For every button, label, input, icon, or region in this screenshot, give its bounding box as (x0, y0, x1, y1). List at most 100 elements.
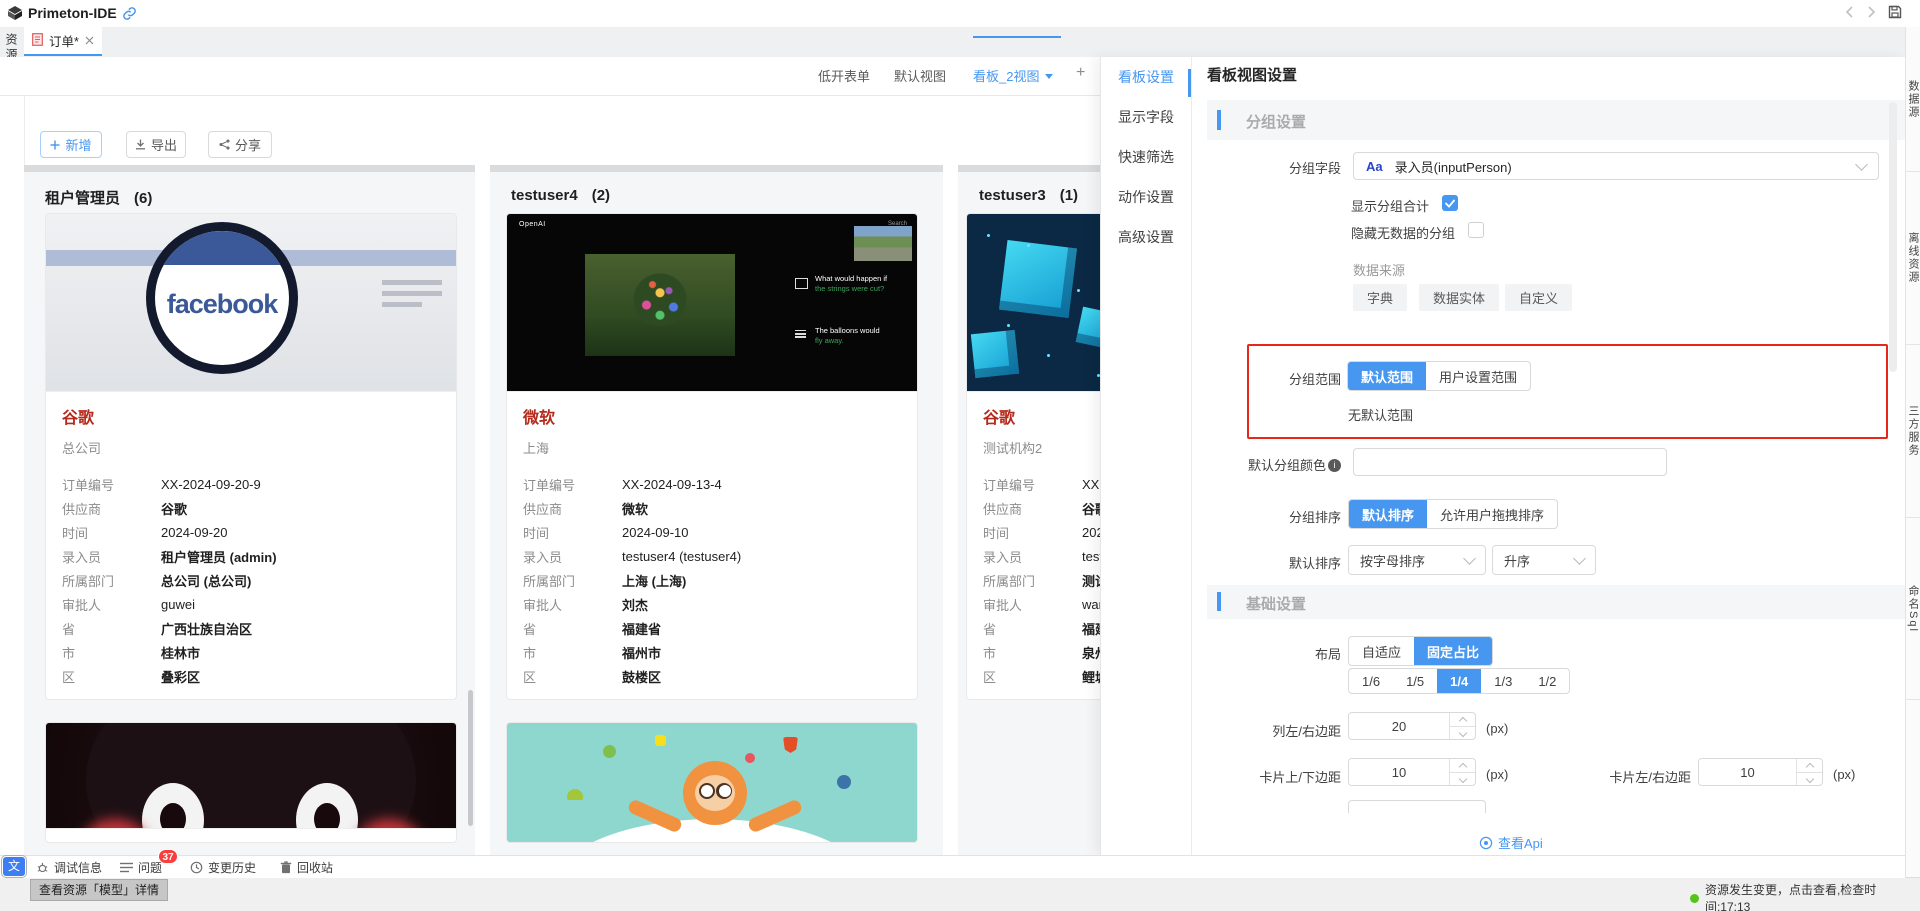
layout-fixed-option[interactable]: 固定占比 (1414, 637, 1493, 665)
settings-nav-kanban[interactable]: 看板设置 (1101, 57, 1191, 97)
no-default-scope-text: 无默认范围 (1348, 408, 1414, 423)
active-view-underline (973, 36, 1061, 38)
field-label: 省 (62, 621, 76, 637)
card-title: 谷歌 (62, 410, 95, 427)
field-value: 鼓楼区 (622, 669, 662, 685)
right-rail-third-party-services[interactable]: 三方服务 (1906, 345, 1920, 518)
layout-adaptive-option[interactable]: 自适应 (1349, 637, 1414, 665)
settings-nav-advanced[interactable]: 高级设置 (1101, 217, 1191, 257)
data-source-dictionary[interactable]: 字典 (1353, 284, 1408, 311)
view-tab-kanban2[interactable]: 看板_2视图 (973, 66, 1054, 85)
sort-field-select[interactable]: 按字母排序 (1348, 545, 1486, 575)
order-card-partial[interactable] (506, 722, 918, 843)
show-group-total-label: 显示分组合计 (1351, 199, 1430, 214)
info-icon[interactable] (1328, 459, 1341, 472)
field-value: 微软 (622, 501, 649, 517)
resource-changed-message[interactable]: 资源发生变更，点击查看,检查时间:17:13 (1690, 881, 1920, 911)
settings-nav-quick-filter[interactable]: 快速筛选 (1101, 137, 1191, 177)
nav-forward-icon[interactable] (1864, 5, 1878, 22)
column-scrollbar[interactable] (468, 690, 473, 826)
field-label: 供应商 (62, 501, 102, 517)
plus-icon (50, 140, 60, 149)
stepper-up[interactable] (1450, 759, 1475, 772)
add-button[interactable]: 新增 (40, 131, 102, 158)
data-source-entity[interactable]: 数据实体 (1419, 284, 1500, 311)
check-icon (1444, 199, 1456, 208)
fraction-1-4[interactable]: 1/4 (1437, 669, 1482, 693)
group-scope-segmented: 默认范围 用户设置范围 (1347, 361, 1532, 391)
fraction-1-5[interactable]: 1/5 (1393, 669, 1437, 693)
status-bar: 查看资源「模型」详情 资源发生变更，点击查看,检查时间:17:13 (0, 877, 1920, 911)
card-field-row: 时间 2024-09-20 (62, 520, 450, 544)
scope-default-option[interactable]: 默认范围 (1348, 362, 1427, 390)
field-label: 省 (523, 621, 537, 637)
stepper-up[interactable] (1797, 759, 1822, 772)
show-group-total-checkbox[interactable] (1442, 195, 1458, 211)
view-api-link[interactable]: 查看Api (1479, 833, 1543, 852)
chevron-down-icon[interactable] (1045, 74, 1054, 83)
stepper-up[interactable] (1450, 713, 1475, 726)
fraction-1-2[interactable]: 1/2 (1525, 669, 1569, 693)
view-tab-default[interactable]: 默认视图 (894, 66, 946, 85)
data-source-custom[interactable]: 自定义 (1505, 284, 1573, 311)
field-value: guwei (161, 596, 195, 612)
recycle-bin-button[interactable]: 回收站 (280, 856, 333, 878)
translate-icon[interactable]: 文 (1, 855, 27, 878)
field-value: 上海 (上海) (622, 573, 687, 589)
card-field-row: 时间 2024-09-10 (523, 520, 911, 544)
chevron-down-icon (1855, 157, 1868, 171)
column-name: testuser4 (511, 187, 578, 204)
col-margin-input[interactable] (1349, 713, 1449, 739)
stepper-down[interactable] (1450, 725, 1475, 740)
column-header: 租户管理员 (6) (24, 172, 475, 208)
settings-nav: 看板设置 显示字段 快速筛选 动作设置 高级设置 (1101, 57, 1192, 855)
column-count: (2) (591, 187, 611, 204)
panel-scrollbar[interactable] (1889, 102, 1897, 372)
sort-order-select[interactable]: 升序 (1492, 545, 1596, 575)
field-label: 审批人 (983, 597, 1023, 613)
field-value: 桂林市 (161, 645, 201, 661)
card-margin-v-input[interactable] (1349, 759, 1449, 785)
share-button[interactable]: 分享 (208, 131, 272, 158)
add-view-button[interactable]: + (1076, 64, 1085, 82)
card-subtitle: 测试机构2 (983, 441, 1043, 456)
nav-back-icon[interactable] (1843, 5, 1857, 22)
field-label: 订单编号 (983, 477, 1036, 493)
stepper-down[interactable] (1797, 771, 1822, 786)
settings-nav-display-fields[interactable]: 显示字段 (1101, 97, 1191, 137)
change-history-button[interactable]: 变更历史 (190, 856, 256, 878)
default-group-color-input[interactable] (1353, 448, 1667, 476)
tab-order[interactable]: 订单* (24, 27, 102, 56)
group-field-select[interactable]: Aa 录入员(inputPerson) (1353, 152, 1879, 180)
fraction-1-6[interactable]: 1/6 (1349, 669, 1393, 693)
settings-nav-actions[interactable]: 动作设置 (1101, 177, 1191, 217)
card-margin-h-input[interactable] (1699, 759, 1796, 785)
save-icon[interactable] (1888, 5, 1902, 22)
card-title: 谷歌 (983, 410, 1016, 427)
sort-default-option[interactable]: 默认排序 (1349, 500, 1428, 528)
order-card-partial[interactable] (45, 722, 457, 843)
problems-count-badge: 37 (158, 849, 178, 864)
order-card[interactable]: OpenAI Search What would happen if the s… (506, 213, 918, 700)
export-button[interactable]: 导出 (126, 131, 186, 158)
field-value: XX-2024-09-20-9 (161, 476, 261, 492)
fraction-segmented: 1/6 1/5 1/4 1/3 1/2 (1348, 668, 1571, 694)
card-image-github-octocat (46, 723, 456, 829)
debug-icon (37, 862, 48, 872)
debug-info-button[interactable]: 调试信息 (36, 856, 102, 878)
field-label: 所属部门 (983, 573, 1036, 589)
sort-drag-option[interactable]: 允许用户拖拽排序 (1427, 500, 1557, 528)
problems-button[interactable]: 问题 (120, 856, 162, 878)
hide-empty-groups-checkbox[interactable] (1468, 222, 1484, 238)
tech-icon (745, 753, 755, 763)
order-card[interactable]: facebook 谷歌 总公司 订单编号 XX-2024-09-20-9 供应商… (45, 213, 457, 700)
right-rail-offline-resources[interactable]: 离线资源 (1906, 172, 1920, 345)
tab-close-icon[interactable] (85, 33, 94, 48)
link-icon[interactable] (122, 6, 137, 24)
right-rail-datasource[interactable]: 数据源 (1906, 27, 1920, 172)
scope-user-option[interactable]: 用户设置范围 (1426, 362, 1530, 390)
right-rail-named-sql[interactable]: 命名Sql (1906, 518, 1920, 700)
fraction-1-3[interactable]: 1/3 (1481, 669, 1525, 693)
stepper-down[interactable] (1450, 771, 1475, 786)
view-tab-lowcode-form[interactable]: 低开表单 (818, 66, 870, 85)
